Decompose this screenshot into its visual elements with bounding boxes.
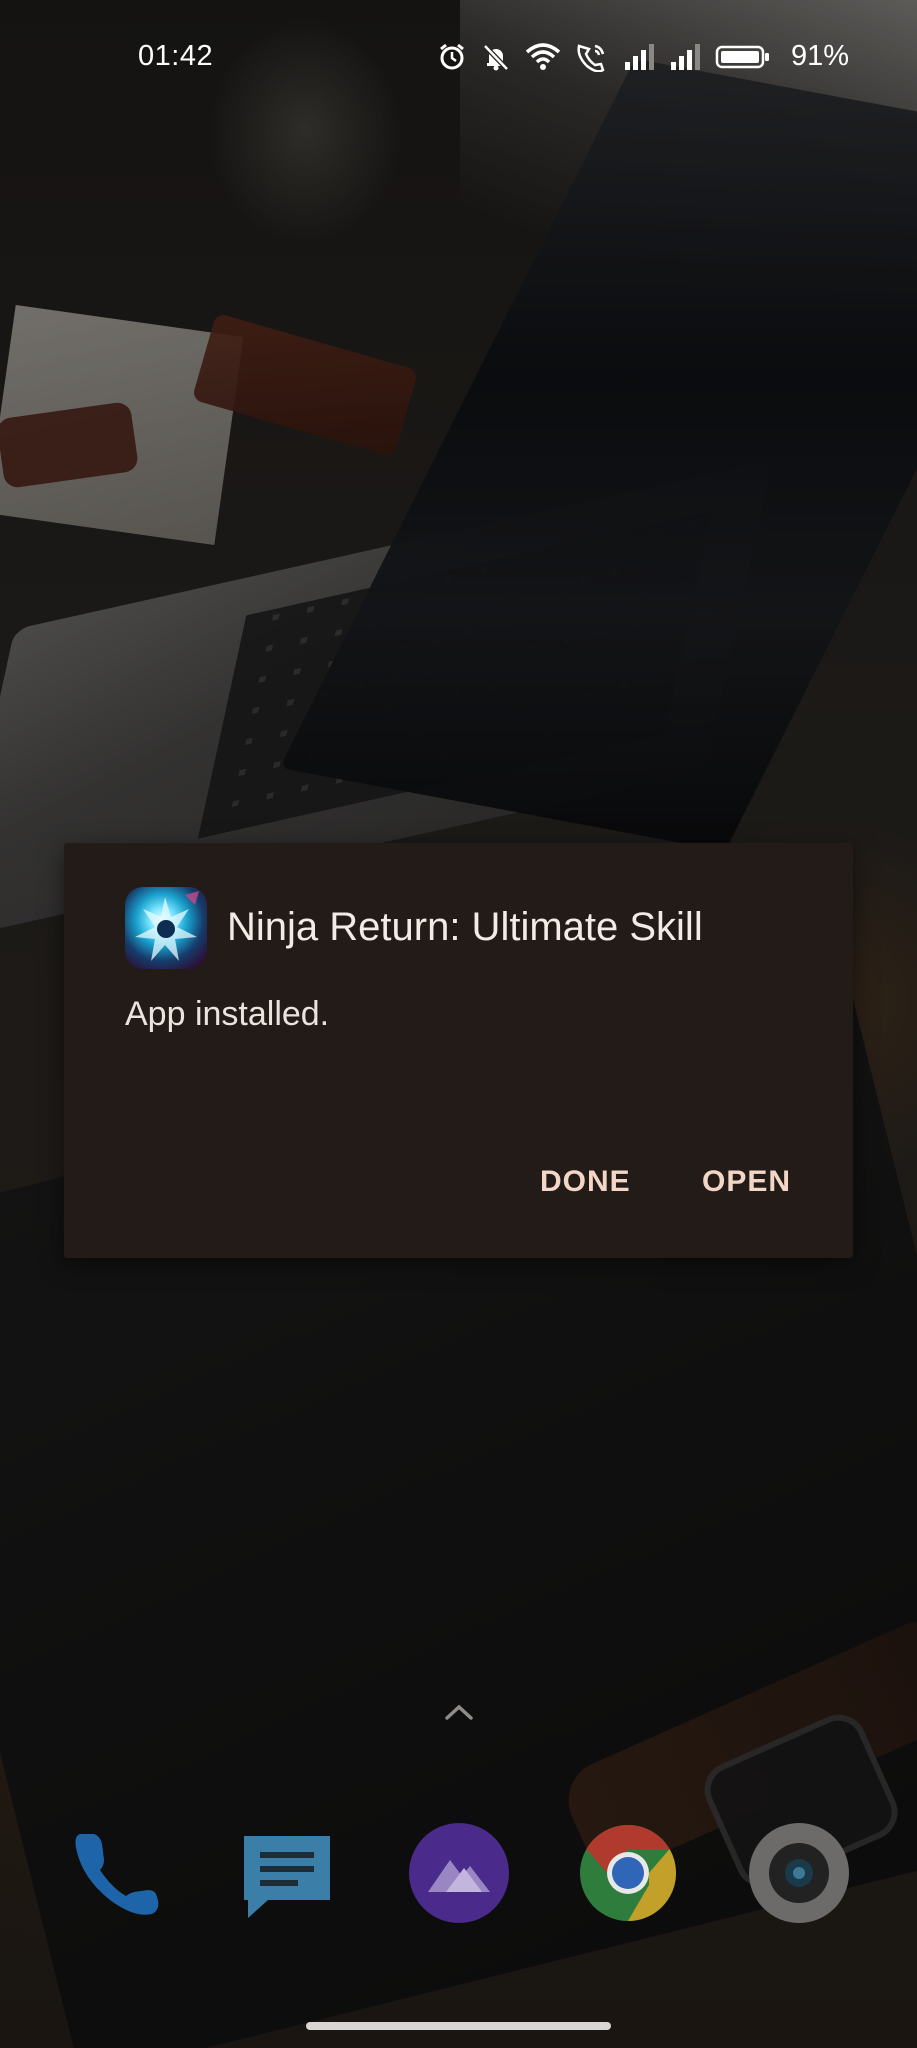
open-button[interactable]: OPEN: [698, 1159, 795, 1205]
battery-percent: 91%: [790, 40, 849, 72]
app-installed-dialog: Ninja Return: Ultimate Skill App install…: [64, 843, 853, 1258]
alarm-icon: [440, 43, 464, 69]
status-icons: 91%: [437, 40, 849, 73]
wifi-calling-icon: [577, 43, 605, 72]
wifi-icon: [525, 42, 561, 70]
gallery-icon[interactable]: [406, 1820, 512, 1926]
status-bar: 01:42 91%: [0, 0, 917, 118]
signal-icon: [670, 43, 700, 70]
signal-icon: [624, 43, 654, 70]
home-indicator[interactable]: [306, 2022, 611, 2030]
app-title: Ninja Return: Ultimate Skill: [227, 905, 703, 949]
bell-muted-icon: [483, 43, 509, 71]
ninja-icon: [135, 891, 199, 961]
chevron-up-icon[interactable]: [443, 1700, 475, 1724]
done-button[interactable]: DONE: [536, 1159, 635, 1205]
phone-icon[interactable]: [64, 1820, 170, 1926]
app-icon: [125, 887, 207, 969]
status-time: 01:42: [138, 40, 214, 72]
install-message: App installed.: [125, 995, 330, 1033]
chrome-icon[interactable]: [575, 1820, 681, 1926]
home-screen: 01:42 91% Ninja Return: Ultimate Skill A…: [0, 0, 917, 2048]
messages-icon[interactable]: [234, 1820, 340, 1926]
camera-icon[interactable]: [746, 1820, 852, 1926]
battery-icon: [715, 45, 769, 68]
